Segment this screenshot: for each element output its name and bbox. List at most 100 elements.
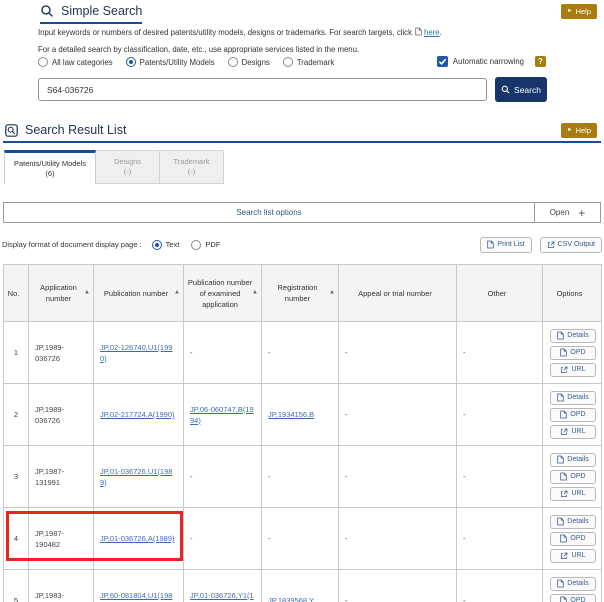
opd-button[interactable]: OPD [550, 470, 596, 484]
col-appeal-or-trial-number: Appeal or trial number [339, 265, 457, 322]
details-button[interactable]: Details [550, 453, 596, 467]
display-format-row: Display format of document display page … [2, 236, 602, 253]
tab-patents-utility-models[interactable]: Patents/Utility Models (6) [4, 150, 96, 184]
details-button[interactable]: Details [550, 329, 596, 343]
radio-icon [228, 57, 238, 67]
automatic-narrowing-checkbox[interactable] [437, 56, 448, 67]
application-number-cell: JP,1989-036726 [29, 384, 94, 446]
external-link-icon [547, 241, 555, 249]
document-icon [560, 348, 567, 357]
col-registration-number[interactable]: Registration number▲ [262, 265, 339, 322]
radio-icon [38, 57, 48, 67]
search-result-list-title: Search Result List [5, 123, 126, 141]
question-help-button[interactable]: ? [535, 56, 546, 67]
application-number-cell: JP,1987-131991 [29, 446, 94, 508]
details-button[interactable]: Details [550, 391, 596, 405]
tab-trademark[interactable]: Trademark (-) [160, 150, 224, 184]
simple-search-title: Simple Search [40, 4, 142, 24]
csv-output-button[interactable]: CSV Output [540, 237, 602, 253]
radio-all-law-categories[interactable]: All law categories [38, 57, 113, 67]
table-row: 1 JP,1989-036726 JP,02-126740,U1(1990) -… [4, 322, 602, 384]
url-button[interactable]: URL [550, 425, 596, 439]
search-description: Input keywords or numbers of desired pat… [38, 25, 442, 57]
registration-number-link[interactable]: JP,1839568,Y [268, 596, 314, 602]
publication-number-link[interactable]: JP,01-036726,A(1989) [100, 534, 175, 543]
display-format-label: Display format of document display page … [2, 240, 142, 249]
url-button[interactable]: URL [550, 363, 596, 377]
col-no: No. [4, 265, 29, 322]
url-button[interactable]: URL [550, 487, 596, 501]
table-row: 5 JP,1983-140932 JP,60-081804,U1(1985) J… [4, 570, 602, 602]
url-button[interactable]: URL [550, 549, 596, 563]
examined-publication-link[interactable]: JP,01-036726,Y1(1989) [190, 591, 254, 602]
document-icon [487, 240, 494, 249]
document-icon [560, 472, 567, 481]
registration-number-link[interactable]: JP,1934156,B [268, 410, 314, 419]
plus-icon: + [578, 206, 585, 220]
search-result-list-title-text: Search Result List [25, 123, 126, 137]
application-number-cell: JP,1983-140932 [29, 570, 94, 602]
document-icon [557, 579, 564, 588]
radio-patents-utility-models[interactable]: Patents/Utility Models [126, 57, 215, 67]
help-button[interactable]: ► Help [561, 4, 597, 19]
boxed-search-icon [5, 124, 18, 137]
details-button[interactable]: Details [550, 577, 596, 591]
tab-designs[interactable]: Designs (-) [96, 150, 160, 184]
external-link-icon [560, 490, 568, 498]
examined-publication-link[interactable]: JP,06-060747,B(1994) [190, 405, 254, 425]
opd-button[interactable]: OPD [550, 408, 596, 422]
search-input[interactable] [38, 78, 487, 101]
publication-number-link[interactable]: JP,60-081804,U1(1985) [100, 591, 172, 602]
search-list-options-toggle[interactable]: Search list options [4, 203, 534, 222]
document-icon [560, 410, 567, 419]
help-button[interactable]: ► Help [561, 123, 597, 138]
document-icon [557, 517, 564, 526]
radio-icon [283, 57, 293, 67]
application-number-cell: JP,1987-190482 [29, 508, 94, 570]
col-application-number[interactable]: Application number▲ [29, 265, 94, 322]
col-publication-number[interactable]: Publication number▲ [94, 265, 184, 322]
radio-designs[interactable]: Designs [228, 57, 270, 67]
search-button[interactable]: Search [495, 77, 547, 102]
col-other: Other [457, 265, 543, 322]
opd-button[interactable]: OPD [550, 532, 596, 546]
sort-ascending-icon[interactable]: ▲ [174, 288, 180, 299]
external-link-icon [560, 428, 568, 436]
sort-ascending-icon[interactable]: ▲ [84, 288, 90, 299]
simple-search-title-text: Simple Search [61, 4, 142, 18]
search-list-options-bar: Search list options Open + [3, 202, 601, 223]
table-row: 2 JP,1989-036726 JP,02-217724,A(1990) JP… [4, 384, 602, 446]
publication-number-link[interactable]: JP,01-036726,U1(1989) [100, 467, 172, 487]
document-icon [557, 331, 564, 340]
details-button[interactable]: Details [550, 515, 596, 529]
table-row-highlighted: 4 JP,1987-190482 JP,01-036726,A(1989) - … [4, 508, 602, 570]
radio-icon [152, 240, 162, 250]
opd-button[interactable]: OPD [550, 594, 596, 602]
automatic-narrowing-control: Automatic narrowing ? [437, 56, 546, 67]
search-icon [501, 85, 510, 94]
col-examined-publication-number[interactable]: Publication number of examined applicati… [184, 265, 262, 322]
search-icon [40, 4, 54, 18]
open-button[interactable]: Open + [534, 203, 600, 222]
law-category-radio-group: All law categories Patents/Utility Model… [38, 57, 334, 67]
print-list-button[interactable]: Print List [480, 237, 531, 253]
radio-trademark[interactable]: Trademark [283, 57, 334, 67]
document-icon [560, 534, 567, 543]
document-icon [415, 26, 422, 42]
automatic-narrowing-label: Automatic narrowing [453, 57, 524, 66]
help-arrow-icon: ► [567, 9, 572, 15]
here-link[interactable]: here [424, 28, 440, 37]
section-divider [3, 141, 601, 143]
radio-format-text[interactable]: Text [152, 240, 180, 250]
opd-button[interactable]: OPD [550, 346, 596, 360]
radio-icon [126, 57, 136, 67]
sort-ascending-icon[interactable]: ▲ [252, 288, 258, 299]
table-header-row: No. Application number▲ Publication numb… [4, 265, 602, 322]
document-icon [560, 596, 567, 602]
radio-format-pdf[interactable]: PDF [191, 240, 220, 250]
col-options: Options [543, 265, 602, 322]
publication-number-link[interactable]: JP,02-217724,A(1990) [100, 410, 175, 419]
check-icon [438, 57, 447, 66]
publication-number-link[interactable]: JP,02-126740,U1(1990) [100, 343, 172, 363]
sort-ascending-icon[interactable]: ▲ [329, 288, 335, 299]
